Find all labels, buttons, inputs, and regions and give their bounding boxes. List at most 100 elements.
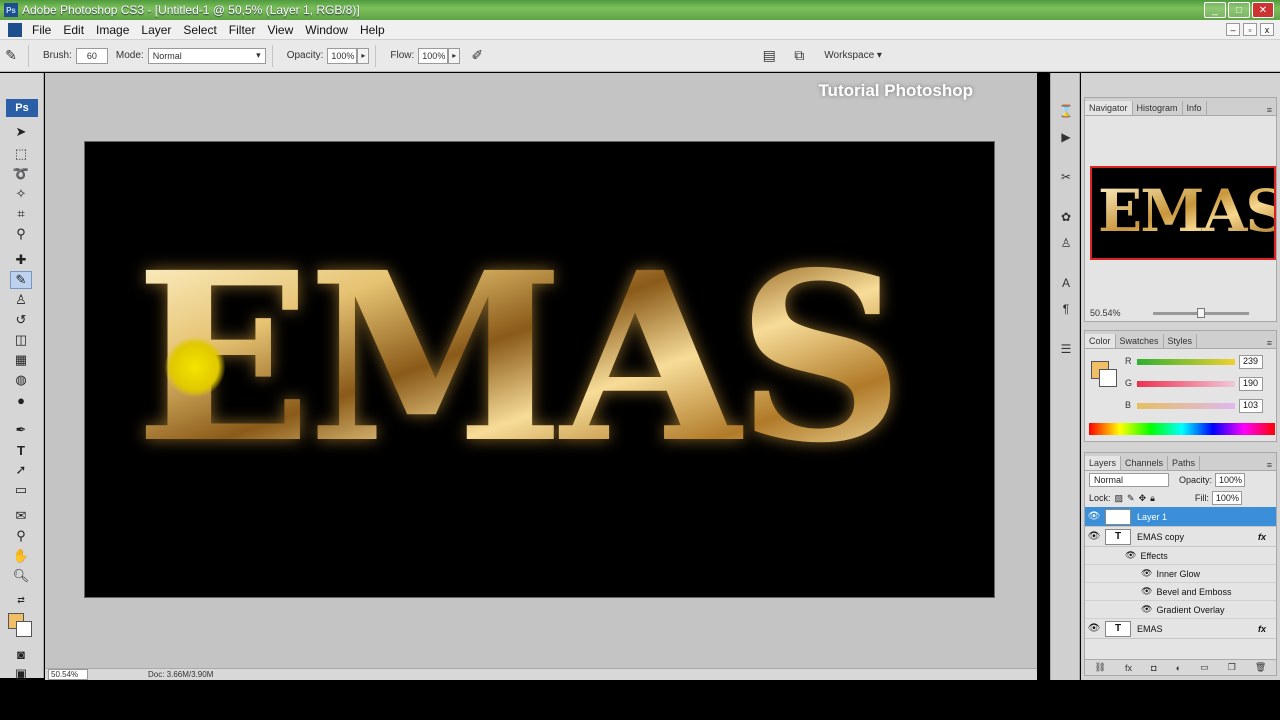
navigator-zoom-slider[interactable]	[1153, 308, 1249, 318]
navigator-zoom-knob[interactable]	[1197, 308, 1205, 318]
tab-channels[interactable]: Channels	[1121, 456, 1169, 470]
visibility-eye-icon[interactable]: 👁︎	[1085, 531, 1103, 542]
flow-input[interactable]: 100%	[418, 47, 449, 64]
effect-inner-glow[interactable]: 👁︎ Inner Glow	[1085, 565, 1276, 583]
hand-tool-icon[interactable]: ✋	[10, 547, 32, 565]
visibility-eye-icon[interactable]: 👁︎	[1125, 550, 1136, 561]
close-button[interactable]: ✕	[1252, 2, 1274, 18]
tab-paths[interactable]: Paths	[1168, 456, 1201, 470]
eraser-tool-icon[interactable]: ◫	[10, 331, 32, 349]
shape-tool-icon[interactable]: ▭	[10, 481, 32, 499]
layer-effects-icon[interactable]: fx	[1258, 624, 1266, 634]
layer-row-emas[interactable]: 👁︎ T EMAS fx	[1085, 619, 1276, 639]
link-icon[interactable]: ⛓	[1095, 662, 1106, 673]
clone-stamp-tool-icon[interactable]: ♙	[10, 291, 32, 309]
blue-value[interactable]: 103	[1239, 399, 1263, 413]
visibility-eye-icon[interactable]: 👁︎	[1141, 586, 1152, 597]
notes-tool-icon[interactable]: ✉	[10, 507, 32, 525]
menu-filter[interactable]: Filter	[223, 23, 262, 37]
paragraph-panel-icon[interactable]: ¶	[1057, 301, 1075, 317]
lock-all-icon[interactable]: 🔒︎	[1150, 493, 1155, 504]
doc-close-button[interactable]: x	[1260, 23, 1274, 36]
document-icon[interactable]	[8, 22, 22, 37]
magic-wand-tool-icon[interactable]: ✧	[10, 185, 32, 203]
red-slider[interactable]	[1137, 359, 1235, 365]
layer-comps-icon[interactable]: ☰	[1057, 341, 1075, 357]
group-icon[interactable]: ▭	[1200, 662, 1209, 673]
fx-icon[interactable]: fx	[1125, 663, 1132, 673]
blur-tool-icon[interactable]: ◍	[10, 371, 32, 389]
menu-window[interactable]: Window	[299, 23, 354, 37]
maximize-button[interactable]: □	[1228, 2, 1250, 18]
doc-restore-button[interactable]: ▫	[1243, 23, 1257, 36]
move-tool-icon[interactable]: ➤	[10, 123, 32, 141]
screen-mode-icon[interactable]: ▣	[10, 665, 32, 683]
lock-pixels-icon[interactable]: ✎	[1127, 493, 1135, 504]
opacity-slider-toggle[interactable]: ▸	[357, 47, 370, 64]
airbrush-icon[interactable]: ✐	[466, 45, 488, 67]
trash-icon[interactable]: 🗑︎	[1255, 662, 1266, 673]
menu-layer[interactable]: Layer	[135, 23, 177, 37]
tab-swatches[interactable]: Swatches	[1116, 334, 1164, 348]
layer-row-emas-copy[interactable]: 👁︎ T EMAS copy fx	[1085, 527, 1276, 547]
tab-info[interactable]: Info	[1183, 101, 1207, 115]
mask-icon[interactable]: ◘	[1151, 663, 1156, 673]
visibility-eye-icon[interactable]: 👁︎	[1085, 623, 1103, 634]
panel-menu-icon[interactable]: ≡	[1267, 460, 1272, 470]
photoshop-logo[interactable]: Ps	[6, 99, 38, 117]
healing-brush-tool-icon[interactable]: ✚	[10, 251, 32, 269]
menu-view[interactable]: View	[261, 23, 299, 37]
eyedropper-tool-icon[interactable]: ⚲	[10, 225, 32, 243]
blue-slider[interactable]	[1137, 403, 1235, 409]
visibility-eye-icon[interactable]: 👁︎	[1085, 511, 1103, 522]
panel-menu-icon[interactable]: ≡	[1267, 338, 1272, 348]
visibility-eye-icon[interactable]: 👁︎	[1141, 568, 1152, 579]
layer-effects-icon[interactable]: fx	[1258, 532, 1266, 542]
quick-mask-icon[interactable]: ◙	[10, 645, 32, 663]
marquee-tool-icon[interactable]: ⬚	[10, 145, 32, 163]
workspace-menu[interactable]: Workspace ▾	[824, 50, 882, 61]
blend-mode-select[interactable]: Normal	[1089, 473, 1169, 487]
fill-input[interactable]: 100%	[1211, 491, 1242, 505]
background-color-swatch[interactable]	[16, 621, 32, 637]
layer-row-layer-1[interactable]: 👁︎ Layer 1	[1085, 507, 1276, 527]
go-to-bridge-icon[interactable]: ⧉	[788, 45, 810, 67]
doc-minimize-button[interactable]: –	[1226, 23, 1240, 36]
eyedropper-sample-tool-icon[interactable]: ⚲	[10, 527, 32, 545]
tool-presets-icon[interactable]: ✂	[1057, 169, 1075, 185]
minimize-button[interactable]: _	[1204, 2, 1226, 18]
swap-colors-icon[interactable]: ⇄	[10, 591, 32, 609]
type-tool-icon[interactable]: T	[10, 441, 32, 459]
path-selection-tool-icon[interactable]: ➚	[10, 461, 32, 479]
tab-navigator[interactable]: Navigator	[1085, 101, 1133, 115]
effects-group[interactable]: 👁︎ Effects	[1085, 547, 1276, 565]
lock-position-icon[interactable]: ✥	[1139, 493, 1147, 504]
document-canvas[interactable]: EMAS	[84, 141, 995, 598]
menu-help[interactable]: Help	[354, 23, 391, 37]
effect-gradient-overlay[interactable]: 👁︎ Gradient Overlay	[1085, 601, 1276, 619]
history-brush-tool-icon[interactable]: ↺	[10, 311, 32, 329]
dodge-tool-icon[interactable]: ●	[10, 391, 32, 409]
navigator-thumbnail[interactable]: EMAS	[1090, 166, 1276, 260]
effect-bevel-emboss[interactable]: 👁︎ Bevel and Emboss	[1085, 583, 1276, 601]
pen-tool-icon[interactable]: ✒	[10, 421, 32, 439]
opacity-input[interactable]: 100%	[327, 47, 358, 64]
document-workspace[interactable]: Tutorial Photoshop EMAS	[45, 73, 1037, 668]
mode-select[interactable]: Normal ▾	[147, 47, 266, 64]
character-panel-icon[interactable]: A	[1057, 275, 1075, 291]
tab-styles[interactable]: Styles	[1164, 334, 1198, 348]
menu-edit[interactable]: Edit	[57, 23, 90, 37]
new-layer-icon[interactable]: ❐	[1228, 662, 1236, 673]
navigator-zoom-value[interactable]: 50.54%	[1090, 308, 1121, 318]
lock-transparency-icon[interactable]: ▨	[1115, 493, 1124, 504]
layer-opacity-input[interactable]: 100%	[1215, 473, 1246, 487]
zoom-tool-icon[interactable]: 🔍︎	[10, 567, 32, 585]
visibility-eye-icon[interactable]: 👁︎	[1141, 604, 1152, 615]
crop-tool-icon[interactable]: ⌗	[10, 205, 32, 223]
green-value[interactable]: 190	[1239, 377, 1263, 391]
tab-histogram[interactable]: Histogram	[1133, 101, 1183, 115]
color-background-swatch[interactable]	[1099, 369, 1117, 387]
flow-slider-toggle[interactable]: ▸	[448, 47, 461, 64]
menu-file[interactable]: File	[26, 23, 57, 37]
panel-menu-icon[interactable]: ≡	[1267, 105, 1272, 115]
